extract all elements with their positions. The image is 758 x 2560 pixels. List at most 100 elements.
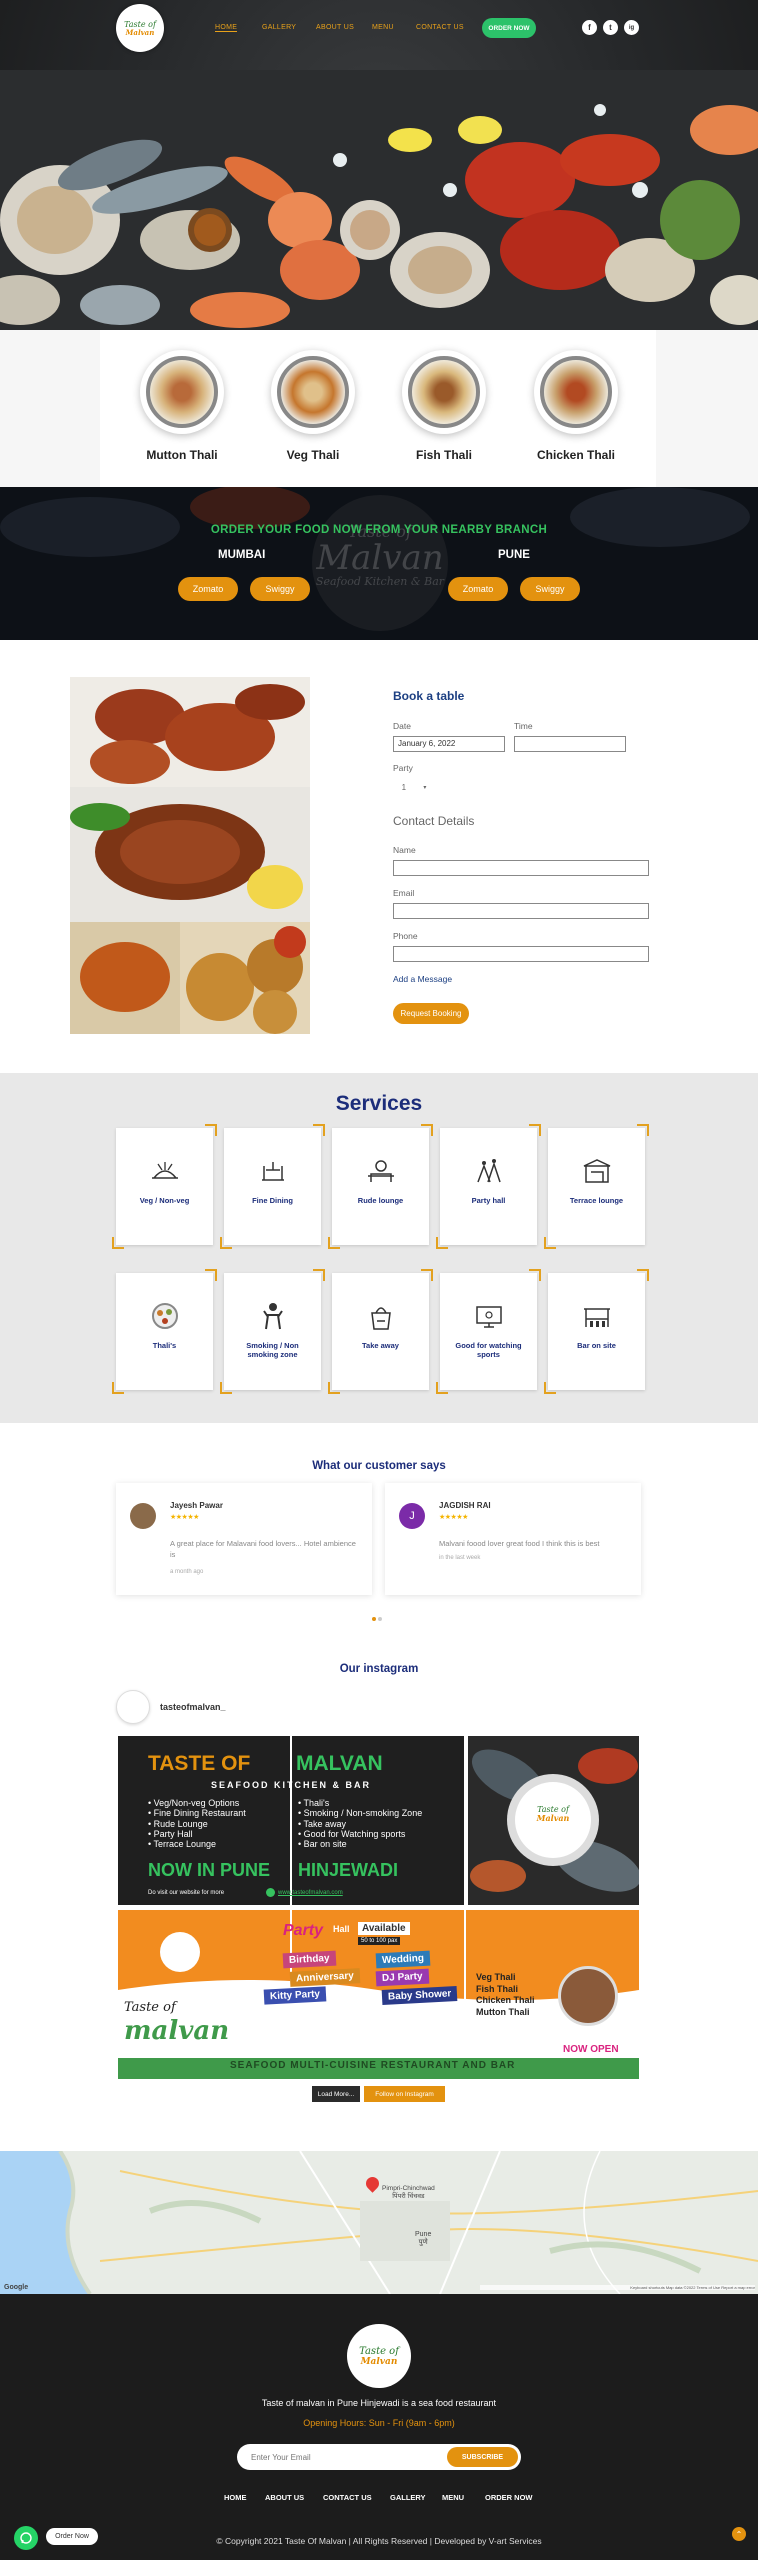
thali-label: Fish Thali [415,448,472,462]
map-attribution[interactable]: Keyboard shortcuts Map data ©2022 Terms … [480,2285,755,2290]
twitter-icon[interactable]: t [603,20,618,35]
globe-icon [266,1888,275,1897]
pune-swiggy-button[interactable]: Swiggy [520,577,580,601]
post-banner: SEAFOOD MULTI-CUISINE RESTAURANT AND BAR [230,2060,516,2071]
email-subscribe-input[interactable] [251,2450,411,2464]
reviews-title: What our customer says [312,1460,446,1472]
service-card: Take away [328,1269,433,1394]
whatsapp-icon[interactable] [14,2526,38,2550]
thali-item[interactable]: Veg Thali [268,350,358,462]
subscribe-button[interactable]: SUBSCRIBE [447,2447,518,2467]
post-list-item: Fish Thali [476,1983,519,1994]
thali-item[interactable]: Chicken Thali [531,350,621,462]
date-label: Date [393,721,411,731]
post-location: HINJEWADI [298,1860,399,1880]
instagram-icon[interactable]: ig [624,20,639,35]
seafood-hero-image [0,70,758,330]
instagram-handle[interactable]: tasteofmalvan_ [160,1702,226,1712]
carousel-dot[interactable] [372,1617,376,1621]
post-list-item: • Smoking / Non-smoking Zone [298,1808,423,1819]
nav-about-link[interactable]: ABOUT US [316,24,354,31]
request-booking-button[interactable]: Request Booking [393,1003,469,1024]
service-card: Rude lounge [328,1124,433,1249]
add-message-link[interactable]: Add a Message [393,974,452,984]
post-list-item: • Thali's [298,1798,330,1808]
footer-link-contact[interactable]: CONTACT US [323,2493,372,2502]
map-city-label: Pimpri-Chinchwad पिंपरी चिंचवड [382,2185,435,2200]
nav-gallery-link[interactable]: GALLERY [262,24,296,31]
thali-item[interactable]: Fish Thali [399,350,489,462]
dining-icon [224,1156,321,1186]
service-label: Party hall [471,1196,506,1205]
load-more-button[interactable]: Load More... [312,2086,360,2102]
instagram-post[interactable]: Taste of Malvan [468,1736,639,1905]
post-brand: malvan [124,2016,230,2046]
review-time: a month ago [170,1569,204,1575]
phone-input[interactable] [393,946,649,962]
email-input[interactable] [393,903,649,919]
service-card: Party hall [436,1124,541,1249]
service-label: Bar on site [577,1341,616,1350]
carousel-dot[interactable] [378,1617,382,1621]
service-card: Terrace lounge [544,1124,649,1249]
post-features-left: • Veg/Non-veg Options • Fine Dining Resta… [148,1798,246,1850]
post-url: www.tasteofmalvan.com [278,1890,343,1896]
opening-hours: Opening Hours: Sun - Fri (9am - 6pm) [303,2418,455,2428]
location-map[interactable]: Pimpri-Chinchwad पिंपरी चिंचवड Pune पुणे G… [0,2151,758,2294]
instagram-post[interactable]: Taste of malvan Party Hall Available 50 … [118,1910,639,2079]
lounge-icon [332,1156,429,1186]
nav-home-link[interactable]: HOME [215,24,238,32]
site-logo[interactable]: Taste of Malvan [116,4,164,52]
post-list-item: Veg Thali [476,1972,516,1982]
footer-link-about[interactable]: ABOUT US [265,2493,304,2502]
service-label: Smoking / Non smoking zone [246,1341,299,1359]
post-brand: Taste of [124,2000,176,2015]
instagram-title: Our instagram [339,1663,419,1675]
order-now-button[interactable]: ORDER NOW [482,18,536,38]
post-list-item: • Good for Watching sports [298,1829,406,1840]
footer-logo[interactable]: Taste of Malvan [347,2324,411,2388]
star-rating: ★★★★★ [170,1514,199,1521]
star-rating: ★★★★★ [439,1514,468,1521]
facebook-icon[interactable]: f [582,20,597,35]
service-label: Fine Dining [252,1196,293,1205]
food-collage-image [70,677,310,1034]
footer-link-home[interactable]: HOME [224,2493,247,2502]
service-label: Thali's [152,1341,177,1350]
map-city-label: Pune पुणे [415,2231,432,2247]
post-list-item: Mutton Thali [476,2007,530,2018]
time-label: Time [514,721,533,731]
footer-link-gallery[interactable]: GALLERY [390,2493,426,2502]
date-input[interactable]: January 6, 2022 [393,736,505,752]
avatar: J [399,1503,425,1529]
instagram-post[interactable]: TASTE OF MALVAN SEAFOOD KITCHEN & BAR • … [118,1736,464,1905]
footer-link-menu[interactable]: MENU [442,2493,464,2502]
thali-item[interactable]: Mutton Thali [137,350,227,462]
time-input[interactable] [514,736,626,752]
service-label: Take away [362,1341,399,1350]
pune-zomato-button[interactable]: Zomato [448,577,508,601]
service-label: Rude lounge [357,1196,404,1205]
footer-link-order[interactable]: ORDER NOW [485,2493,533,2502]
post-list-item: • Terrace Lounge [148,1839,217,1850]
mumbai-swiggy-button[interactable]: Swiggy [250,577,310,601]
whatsapp-order-label[interactable]: Order Now [46,2528,98,2545]
book-table-title: Book a table [393,689,465,703]
nav-menu-link[interactable]: MENU [372,24,394,31]
scroll-top-icon[interactable]: ⌃ [732,2527,746,2541]
mumbai-zomato-button[interactable]: Zomato [178,577,238,601]
party-select[interactable]: 1 ▾ [393,778,435,796]
service-label: Terrace lounge [569,1196,624,1205]
nav-contact-link[interactable]: CONTACT US [416,24,464,31]
instagram-avatar[interactable] [116,1690,150,1724]
post-list-item: • Party Hall [148,1829,193,1840]
service-card: Thali's [112,1269,217,1394]
post-visit-text: Do visit our website for more [148,1890,225,1896]
terrace-icon [548,1156,645,1186]
name-input[interactable] [393,860,649,876]
takeaway-icon [332,1301,429,1331]
review-text: Malvani foood lover great food I think t… [439,1539,600,1548]
post-logo-badge [160,1932,200,1972]
thali-label: Veg Thali [286,448,340,462]
follow-instagram-button[interactable]: Follow on Instagram [364,2086,445,2102]
